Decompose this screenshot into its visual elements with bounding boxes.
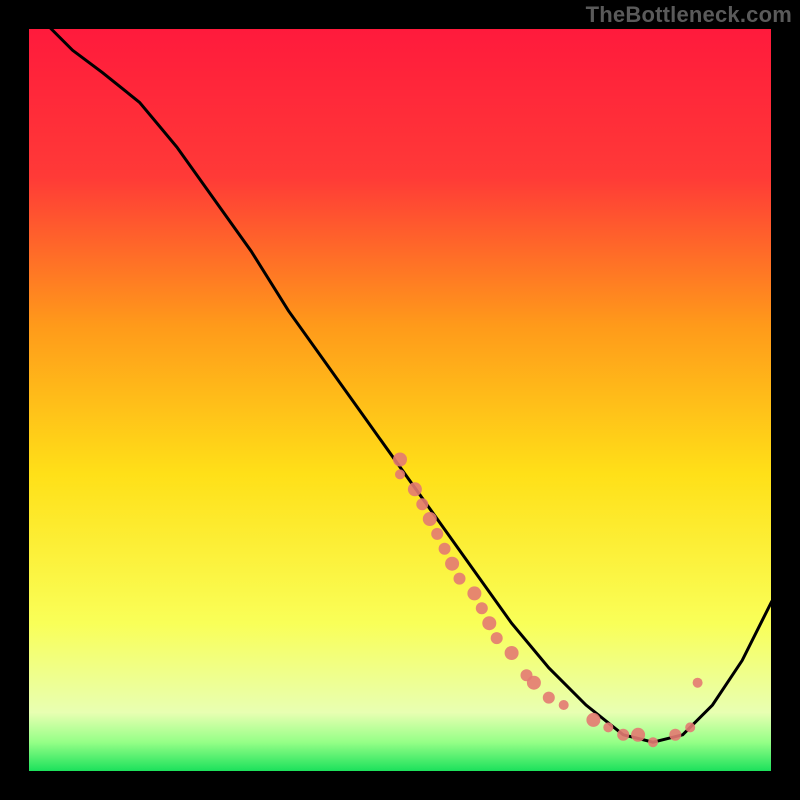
sample-point <box>395 469 405 479</box>
sample-point <box>617 729 629 741</box>
sample-point <box>527 676 541 690</box>
sample-point <box>693 678 703 688</box>
watermark-label: TheBottleneck.com <box>586 2 792 28</box>
sample-point <box>467 586 481 600</box>
sample-point <box>491 632 503 644</box>
sample-point <box>603 722 613 732</box>
sample-point <box>559 700 569 710</box>
chart-svg <box>0 0 800 800</box>
sample-point <box>416 498 428 510</box>
sample-point <box>445 557 459 571</box>
sample-point <box>476 602 488 614</box>
sample-point <box>505 646 519 660</box>
sample-point <box>631 728 645 742</box>
sample-point <box>439 543 451 555</box>
sample-point <box>408 482 422 496</box>
plot-background <box>28 28 772 772</box>
sample-point <box>648 737 658 747</box>
sample-point <box>393 453 407 467</box>
sample-point <box>431 528 443 540</box>
sample-point <box>543 692 555 704</box>
sample-point <box>423 512 437 526</box>
sample-point <box>482 616 496 630</box>
sample-point <box>669 729 681 741</box>
sample-point <box>586 713 600 727</box>
chart-container: TheBottleneck.com <box>0 0 800 800</box>
sample-point <box>454 573 466 585</box>
sample-point <box>685 722 695 732</box>
